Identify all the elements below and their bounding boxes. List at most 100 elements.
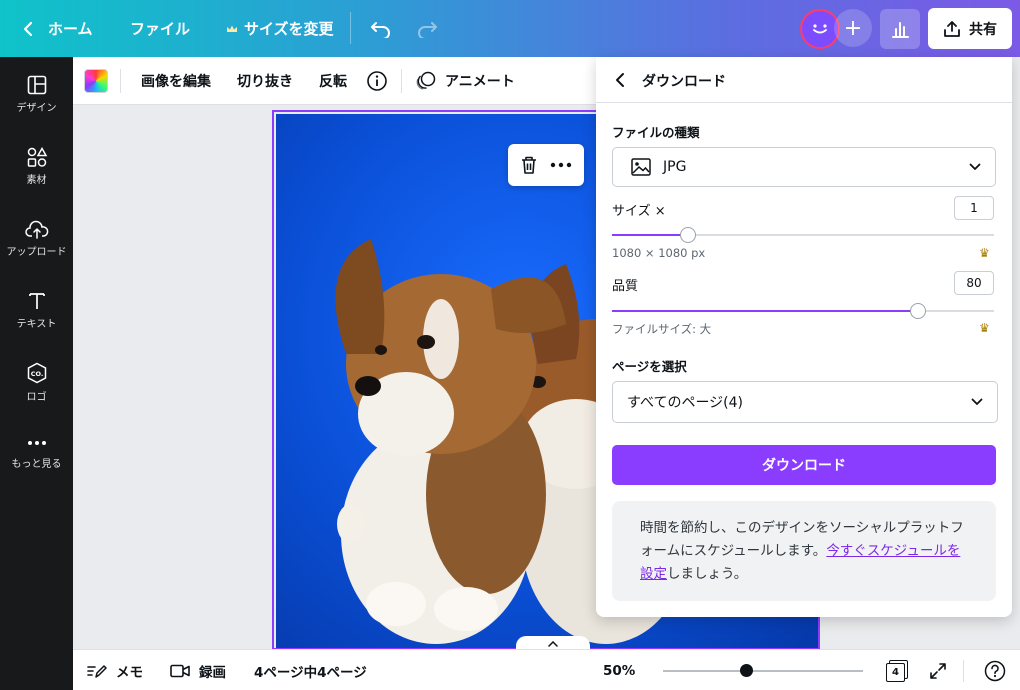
animate-button[interactable]: アニメート [415, 57, 515, 105]
pro-crown-icon: ♛ [979, 246, 990, 260]
download-panel: ダウンロード ファイルの種類 JPG サイズ × 1 1080 × 1080 p… [596, 57, 1012, 617]
bottom-bar: メモ 録画 4ページ中4ページ 50% 4 [73, 649, 1020, 690]
quality-label: 品質 [612, 279, 639, 294]
download-button[interactable]: ダウンロード [612, 445, 996, 485]
page-grid-button[interactable]: 4 [886, 650, 908, 690]
resize-button[interactable]: サイズを変更 [226, 0, 334, 57]
top-bar: ホーム ファイル サイズを変更 + 共有 [0, 0, 1020, 57]
sidebar-item-design[interactable]: デザイン [0, 75, 73, 114]
notes-label: メモ [116, 664, 143, 681]
flip-button[interactable]: 反転 [319, 57, 347, 105]
text-icon [28, 293, 45, 309]
image-icon [631, 158, 651, 176]
quality-slider-fill [612, 310, 918, 312]
chevron-left-icon [23, 21, 33, 36]
record-label: 録画 [199, 664, 226, 681]
pages-select[interactable]: すべてのページ(4) [612, 381, 998, 423]
sidebar-item-label: ロゴ [26, 392, 47, 403]
sidebar-item-label: テキスト [16, 319, 57, 330]
file-type-value: JPG [663, 159, 687, 175]
size-slider-fill [612, 234, 688, 236]
home-button[interactable]: ホーム [22, 0, 93, 57]
sidebar-item-label: 素材 [26, 175, 47, 186]
sidebar-item-uploads[interactable]: アップロード [0, 219, 73, 258]
sidebar-item-label: デザイン [16, 103, 57, 114]
record-button[interactable]: 録画 [170, 650, 226, 690]
dimensions-text: 1080 × 1080 px [612, 246, 706, 260]
help-button[interactable] [984, 650, 1006, 690]
layout-icon [27, 75, 46, 95]
share-button[interactable]: 共有 [928, 8, 1012, 49]
file-type-label: ファイルの種類 [612, 125, 700, 140]
sidebar-item-elements[interactable]: 素材 [0, 147, 73, 186]
help-icon [984, 660, 1006, 681]
size-label: サイズ × [612, 204, 666, 219]
plus-icon: + [843, 15, 863, 41]
page-indicator[interactable]: 4ページ中4ページ [254, 650, 367, 690]
logo-icon: CO. [27, 362, 46, 384]
notes-button[interactable]: メモ [87, 650, 143, 690]
panel-header: ダウンロード [596, 57, 1012, 103]
more-options-icon[interactable] [550, 162, 572, 168]
back-chevron-icon[interactable] [614, 72, 626, 88]
video-camera-icon [170, 664, 190, 677]
promo-text-end: しましょう。 [667, 566, 748, 582]
undo-icon [371, 21, 390, 38]
sidebar-item-more[interactable]: もっと見る [0, 439, 73, 470]
crop-button[interactable]: 切り抜き [237, 57, 293, 105]
elements-icon [27, 147, 47, 167]
expand-icon [930, 662, 946, 679]
color-picker-button[interactable] [84, 69, 108, 93]
quality-slider-handle[interactable] [910, 303, 926, 319]
trash-icon[interactable] [520, 155, 538, 175]
animate-label: アニメート [445, 74, 515, 90]
bar-chart-icon [892, 22, 909, 38]
size-slider-handle[interactable] [680, 227, 696, 243]
redo-button[interactable] [416, 0, 438, 57]
share-upload-icon [944, 20, 960, 37]
bottombar-divider [963, 660, 964, 682]
image-toolbar: 画像を編集 切り抜き 反転 アニメート [73, 57, 596, 105]
undo-button[interactable] [370, 0, 392, 57]
upload-icon [24, 220, 48, 239]
animate-icon [416, 71, 436, 90]
smile-icon [813, 24, 827, 34]
zoom-slider[interactable] [663, 670, 863, 672]
file-menu-button[interactable]: ファイル [130, 0, 190, 57]
home-label: ホーム [48, 20, 93, 38]
file-type-select[interactable]: JPG [612, 147, 996, 187]
notes-icon [87, 664, 107, 678]
toolbar-divider [120, 69, 121, 93]
sidebar-item-text[interactable]: テキスト [0, 291, 73, 330]
chevron-down-icon [971, 398, 983, 405]
edit-image-button[interactable]: 画像を編集 [141, 57, 211, 105]
info-icon [367, 71, 387, 91]
add-collaborator-button[interactable]: + [834, 9, 872, 47]
left-sidebar: デザイン 素材 アップロード テキスト CO. ロゴ もっと見る [0, 57, 73, 690]
size-input[interactable]: 1 [954, 196, 994, 220]
topbar-divider [350, 12, 351, 44]
pro-crown-icon: ♛ [979, 321, 990, 335]
size-slider[interactable] [612, 227, 994, 243]
logo-glyph: CO. [30, 370, 43, 378]
zoom-level[interactable]: 50% [603, 650, 635, 690]
chevron-down-icon [969, 163, 981, 170]
chevron-up-icon [548, 641, 558, 647]
zoom-slider-handle[interactable] [740, 664, 753, 677]
quality-input[interactable]: 80 [954, 271, 994, 295]
sidebar-item-logo[interactable]: CO. ロゴ [0, 362, 73, 403]
crown-icon [227, 25, 237, 32]
resize-label: サイズを変更 [244, 20, 334, 38]
element-action-bar [508, 144, 584, 186]
pages-value: すべてのページ(4) [627, 395, 744, 411]
file-size-text: ファイルサイズ: 大 [612, 322, 712, 336]
info-button[interactable] [366, 57, 388, 105]
more-icon [27, 441, 46, 445]
fullscreen-button[interactable] [929, 650, 947, 690]
insights-button[interactable] [880, 9, 920, 49]
pages-icon: 4 [886, 659, 908, 682]
quality-slider[interactable] [612, 303, 994, 319]
panel-title: ダウンロード [642, 74, 726, 90]
share-label: 共有 [969, 21, 997, 38]
pages-label: ページを選択 [612, 359, 687, 374]
